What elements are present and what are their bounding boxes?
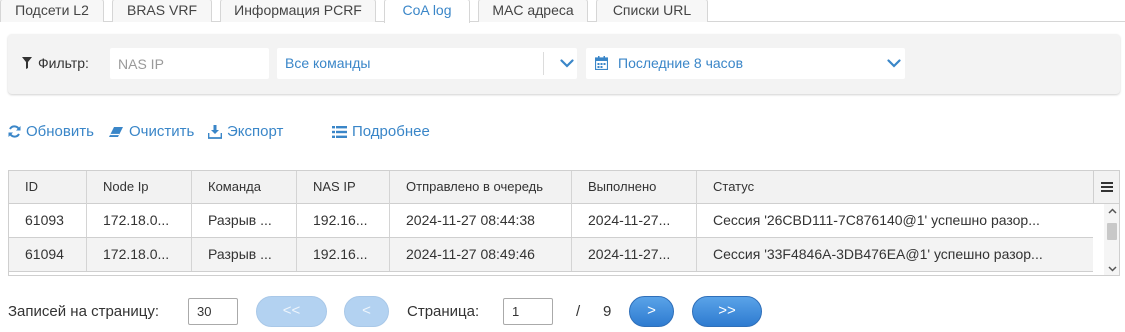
command-select[interactable]: Все команды (277, 48, 577, 79)
page-label: Страница: (407, 303, 480, 320)
nas-ip-input[interactable] (110, 48, 269, 79)
scrollbar-thumb[interactable] (1107, 223, 1117, 240)
hamburger-icon (1101, 182, 1113, 192)
total-pages: 9 (603, 303, 612, 320)
per-page-label: Записей на страницу: (8, 303, 160, 320)
column-menu-button[interactable] (1093, 171, 1119, 204)
table-header: ID Node Ip Команда NAS IP Отправлено в о… (9, 171, 1093, 204)
filter-label: Фильтр: (22, 55, 89, 71)
tab-pcrf-info[interactable]: Информация PCRF (220, 0, 376, 22)
column-header-node-ip[interactable]: Node Ip (87, 171, 192, 204)
tab-mac-addresses[interactable]: MAC адреса (478, 0, 588, 22)
page-number-input[interactable] (503, 298, 553, 325)
coa-log-table: ID Node Ip Команда NAS IP Отправлено в о… (8, 170, 1120, 276)
column-header-nas-ip[interactable]: NAS IP (297, 171, 390, 204)
list-icon (332, 125, 347, 138)
export-label: Экспорт (227, 123, 284, 140)
column-header-id[interactable]: ID (9, 171, 87, 204)
chevron-down-icon[interactable] (560, 59, 574, 68)
cell-queued: 2024-11-27 08:49:46 (390, 238, 572, 271)
column-header-queued[interactable]: Отправлено в очередь (390, 171, 572, 204)
pagination: Записей на страницу: << < Страница: / 9 … (0, 296, 1125, 328)
filter-panel: Фильтр: Все команды Последние 8 часов (8, 34, 1120, 94)
cell-command: Разрыв ... (192, 238, 297, 271)
cell-status: Сессия '33F4846A-3DB476EA@1' успешно раз… (713, 246, 1043, 262)
select-divider (543, 52, 544, 75)
scroll-up-icon[interactable] (1104, 204, 1119, 218)
eraser-icon (109, 126, 123, 137)
table-row[interactable]: 61093 172.18.0... Разрыв ... 192.16... 2… (9, 204, 1093, 238)
cell-id: 61093 (9, 204, 87, 237)
next-page-button[interactable]: > (629, 296, 674, 327)
command-select-value: Все команды (285, 55, 371, 71)
tab-bar: Подсети L2 BRAS VRF Информация PCRF CoA … (0, 0, 1125, 23)
cell-command: Разрыв ... (192, 204, 297, 237)
filter-label-text: Фильтр: (38, 55, 89, 71)
prev-page-button[interactable]: < (344, 296, 389, 327)
period-select-value: Последние 8 часов (618, 55, 744, 71)
vertical-scrollbar[interactable] (1104, 204, 1119, 275)
download-icon (208, 124, 222, 139)
period-select[interactable]: Последние 8 часов (586, 48, 905, 79)
per-page-input[interactable] (188, 298, 238, 325)
cell-node-ip: 172.18.0... (87, 238, 192, 271)
cell-completed: 2024-11-27... (572, 204, 697, 237)
last-page-button[interactable]: >> (692, 296, 762, 327)
calendar-icon (595, 56, 608, 70)
column-header-completed[interactable]: Выполнено (572, 171, 697, 204)
cell-status: Сессия '26CBD111-7C876140@1' успешно раз… (713, 212, 1040, 228)
refresh-button[interactable]: Обновить (8, 123, 94, 140)
tab-url-lists[interactable]: Списки URL (596, 0, 708, 22)
column-header-status[interactable]: Статус (697, 171, 1093, 204)
details-button[interactable]: Подробнее (332, 123, 430, 140)
tab-l2-subnets[interactable]: Подсети L2 (0, 0, 104, 22)
details-label: Подробнее (352, 123, 430, 140)
first-page-button[interactable]: << (256, 296, 327, 327)
page-separator: / (576, 303, 581, 320)
funnel-icon (22, 57, 32, 69)
scroll-down-icon[interactable] (1104, 262, 1119, 275)
cell-completed: 2024-11-27... (572, 238, 697, 271)
clear-label: Очистить (129, 123, 195, 140)
tab-coa-log[interactable]: CoA log (384, 0, 470, 23)
export-button[interactable]: Экспорт (208, 123, 283, 140)
cell-node-ip: 172.18.0... (87, 204, 192, 237)
refresh-label: Обновить (26, 123, 94, 140)
cell-queued: 2024-11-27 08:44:38 (390, 204, 572, 237)
tab-bras-vrf[interactable]: BRAS VRF (112, 0, 212, 22)
chevron-down-icon[interactable] (887, 59, 901, 68)
cell-id: 61094 (9, 238, 87, 271)
cell-nas-ip: 192.16... (297, 204, 390, 237)
refresh-icon (8, 125, 21, 138)
table-row[interactable]: 61094 172.18.0... Разрыв ... 192.16... 2… (9, 238, 1093, 272)
clear-button[interactable]: Очистить (108, 123, 194, 140)
cell-nas-ip: 192.16... (297, 238, 390, 271)
column-header-command[interactable]: Команда (192, 171, 297, 204)
